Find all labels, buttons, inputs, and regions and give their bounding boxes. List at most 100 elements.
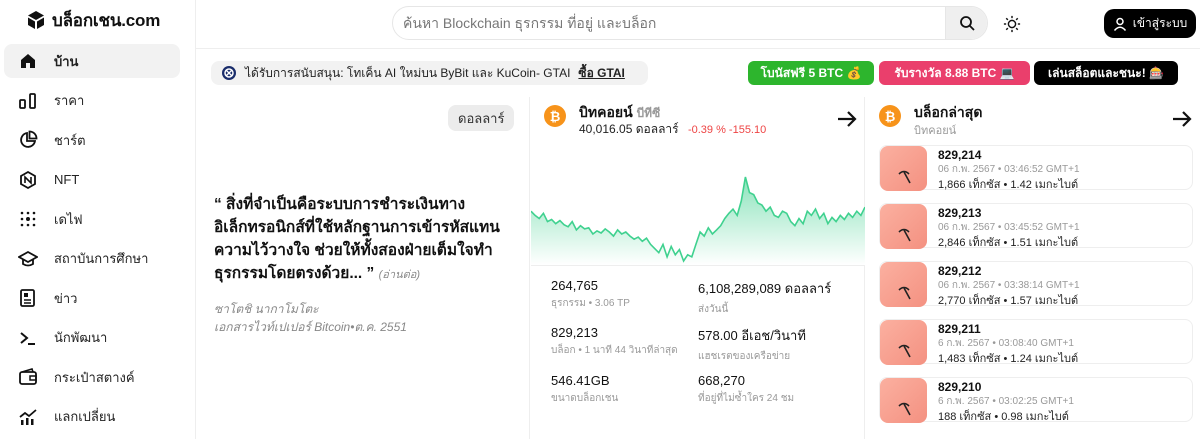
sidebar-item-label: ชาร์ต xyxy=(54,132,86,148)
promo-button-slots[interactable]: เล่นสล็อตและชนะ! 🎰 xyxy=(1034,61,1178,85)
pickaxe-icon xyxy=(897,286,911,300)
sidebar-item-label: ราคา xyxy=(54,93,85,108)
stat-value: 546.41GB xyxy=(551,373,610,388)
price-area xyxy=(531,177,865,265)
stat-value: 668,270 xyxy=(698,373,745,388)
block-list: 829,214 06 ก.พ. 2567 • 03:46:52 GMT+1 1,… xyxy=(879,145,1193,435)
stat-label: ที่อยู่ที่ไม่ซ้ำใคร 24 ชม xyxy=(698,393,795,404)
block-card[interactable]: 829,213 06 ก.พ. 2567 • 03:45:52 GMT+1 2,… xyxy=(879,203,1193,249)
sidebar-item-developers[interactable]: นักพัฒนา xyxy=(4,321,180,355)
stat-label: ส่งวันนี้ xyxy=(698,304,729,315)
sidebar-item-nft[interactable]: NFT xyxy=(4,163,180,197)
stat-value: 578.00 อีเอช/วินาที xyxy=(698,328,806,343)
price-value: 40,016.05 ดอลลาร์ xyxy=(579,122,679,136)
sidebar-item-label: นักพัฒนา xyxy=(54,330,108,345)
block-tx-info: 2,846 เท็กซัส • 1.51 เมกะไบต์ xyxy=(938,237,1079,249)
sidebar-item-label: ข่าว xyxy=(54,290,78,306)
header-divider xyxy=(196,48,1200,49)
block-number: 829,210 xyxy=(938,380,982,394)
stat-sent-today: 6,108,289,089 ดอลลาร์ ส่งวันนี้ xyxy=(698,278,831,317)
block-thumb xyxy=(880,146,927,191)
quote-attribution: ซาโตชิ นากาโมโตะ เอกสารไวท์เปเปอร์ Bitco… xyxy=(214,300,407,336)
pickaxe-icon xyxy=(897,170,911,184)
search-input[interactable] xyxy=(393,7,945,39)
brand-logo[interactable]: บล็อกเชน.com xyxy=(26,8,160,32)
stat-label: บล็อก • 1 นาที 44 วินาทีล่าสุด xyxy=(551,345,678,356)
read-more-link[interactable]: (อ่านต่อ) xyxy=(379,269,420,281)
block-card[interactable]: 829,214 06 ก.พ. 2567 • 03:46:52 GMT+1 1,… xyxy=(879,145,1193,191)
price-bars-icon xyxy=(16,89,40,113)
block-card[interactable]: 829,212 06 ก.พ. 2567 • 03:38:14 GMT+1 2,… xyxy=(879,261,1193,307)
news-icon xyxy=(16,286,40,310)
pickaxe-icon xyxy=(897,344,911,358)
currency-selector[interactable]: ดอลลาร์ xyxy=(448,105,515,131)
theme-toggle-button[interactable] xyxy=(1000,12,1024,36)
sidebar-item-charts[interactable]: ชาร์ต xyxy=(4,123,180,157)
price-panel: ₿ บิทคอยน์ บีทีซี 40,016.05 ดอลลาร์ -0.3… xyxy=(531,97,865,439)
block-tx-info: 188 เท็กซัส • 0.98 เมกะไบต์ xyxy=(938,411,1069,423)
wallet-icon xyxy=(16,365,40,389)
bitcoin-coin-icon: ₿ xyxy=(879,105,901,127)
pickaxe-icon xyxy=(897,402,911,416)
sidebar-item-news[interactable]: ข่าว xyxy=(4,281,180,315)
promo-button-bonus[interactable]: โบนัสฟรี 5 BTC 💰 xyxy=(748,61,874,85)
stat-label: ธุรกรรม • 3.06 TP xyxy=(551,298,630,309)
sidebar-item-label: สถาบันการศึกษา xyxy=(54,251,149,266)
stat-unique-addresses: 668,270 ที่อยู่ที่ไม่ซ้ำใคร 24 ชม xyxy=(698,373,794,406)
sidebar-item-label: NFT xyxy=(54,172,80,187)
price-chart xyxy=(531,176,865,265)
block-number: 829,214 xyxy=(938,148,982,162)
quote-author: ซาโตชิ นากาโมโตะ xyxy=(214,302,319,316)
stat-blockchain-size: 546.41GB ขนาดบล็อกเชน xyxy=(551,373,618,406)
block-tx-info: 1,866 เท็กซัส • 1.42 เมกะไบต์ xyxy=(938,179,1079,191)
block-card[interactable]: 829,210 6 ก.พ. 2567 • 03:02:25 GMT+1 188… xyxy=(879,377,1193,423)
sidebar-nav: บ้าน ราคา ชาร์ต NFT เดไฟ สถาบันการศึกษา … xyxy=(4,44,180,439)
login-label: เข้าสู่ระบบ xyxy=(1132,16,1188,30)
sidebar-item-label: เดไฟ xyxy=(54,211,83,227)
arrow-right-icon[interactable] xyxy=(835,107,859,131)
sidebar-item-defi[interactable]: เดไฟ xyxy=(4,202,180,236)
sidebar-item-exchange[interactable]: แลกเปลี่ยน xyxy=(4,400,180,434)
block-thumb xyxy=(880,378,927,423)
graduation-cap-icon xyxy=(16,247,40,271)
home-icon xyxy=(16,49,40,73)
block-tx-info: 1,483 เท็กซัส • 1.24 เมกะไบต์ xyxy=(938,353,1079,365)
stat-hashrate: 578.00 อีเอช/วินาที แฮชเรตของเครือข่าย xyxy=(698,325,806,364)
sponsor-logo-icon xyxy=(222,66,236,80)
sidebar-item-label: บ้าน xyxy=(54,53,79,69)
blocks-subtitle: บิทคอยน์ xyxy=(914,125,957,137)
sidebar-item-prices[interactable]: ราคา xyxy=(4,84,180,118)
sidebar-item-label: แลกเปลี่ยน xyxy=(54,409,116,424)
sponsor-link[interactable]: ซื้อ GTAI xyxy=(578,64,624,83)
sidebar-item-home[interactable]: บ้าน xyxy=(4,44,180,78)
block-card[interactable]: 829,211 6 ก.พ. 2567 • 03:08:40 GMT+1 1,4… xyxy=(879,319,1193,365)
pickaxe-icon xyxy=(897,228,911,242)
block-number: 829,213 xyxy=(938,206,982,220)
stat-value: 264,765 xyxy=(551,278,598,293)
quote-panel: ดอลลาร์ “ สิ่งที่จำเป็นคือระบบการชำระเงิ… xyxy=(196,97,530,439)
stat-value: 829,213 xyxy=(551,325,598,340)
block-tx-info: 2,770 เท็กซัส • 1.57 เมกะไบต์ xyxy=(938,295,1079,307)
nft-hexagon-icon xyxy=(16,168,40,192)
sun-icon xyxy=(1003,15,1021,33)
stat-transactions: 264,765 ธุรกรรม • 3.06 TP xyxy=(551,278,630,311)
search-icon xyxy=(959,16,975,31)
coin-ticker: บีทีซี xyxy=(636,106,661,120)
user-icon xyxy=(1113,17,1126,31)
quote-text: “ สิ่งที่จำเป็นคือระบบการชำระเงินทางอิเล… xyxy=(214,196,500,282)
arrow-right-icon[interactable] xyxy=(1170,107,1194,131)
login-button[interactable]: เข้าสู่ระบบ xyxy=(1104,9,1196,38)
exchange-chart-icon xyxy=(16,405,40,429)
promo-button-reward[interactable]: รับรางวัล 8.88 BTC 💻 xyxy=(879,61,1030,85)
stat-label: แฮชเรตของเครือข่าย xyxy=(698,351,791,362)
sidebar-item-academy[interactable]: สถาบันการศึกษา xyxy=(4,242,180,276)
sidebar-item-label: กระเป๋าสตางค์ xyxy=(54,369,135,385)
sidebar-item-wallet[interactable]: กระเป๋าสตางค์ xyxy=(4,360,180,394)
block-number: 829,211 xyxy=(938,322,981,336)
sidebar: บล็อกเชน.com บ้าน ราคา ชาร์ต NFT เดไฟ สถ… xyxy=(0,0,196,439)
block-thumb xyxy=(880,320,927,365)
stats-grid: 264,765 ธุรกรรม • 3.06 TP 6,108,289,089 … xyxy=(531,265,865,439)
block-number: 829,212 xyxy=(938,264,982,278)
search-button[interactable] xyxy=(945,7,987,39)
sponsor-text: ได้รับการสนับสนุน: โทเค็น AI ใหม่บน ByBi… xyxy=(245,65,571,80)
